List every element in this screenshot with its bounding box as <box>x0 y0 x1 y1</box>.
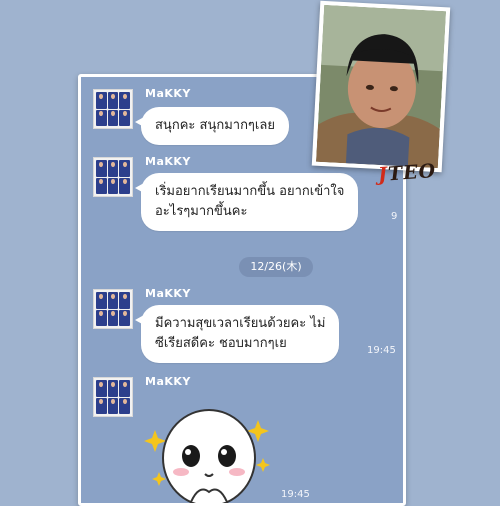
moon-sticker[interactable] <box>143 392 273 506</box>
avatar[interactable] <box>93 89 133 129</box>
date-separator: 12/26(木) <box>239 257 313 277</box>
sender-name: MaKKY <box>145 375 191 388</box>
signature-watermark: JTEO <box>377 159 437 187</box>
message-text: มีความสุขเวลาเรียนด้วยคะ ไม่ <box>155 316 326 331</box>
message-text: สนุกคะ สนุกมากๆเลย <box>155 118 275 133</box>
profile-photo <box>311 0 451 173</box>
message-time: 19:45 <box>367 345 396 356</box>
sender-name: MaKKY <box>145 87 191 100</box>
sender-name: MaKKY <box>145 287 191 300</box>
message-time: 19:45 <box>281 489 310 500</box>
avatar[interactable] <box>93 289 133 329</box>
message-bubble[interactable]: สนุกคะ สนุกมากๆเลย <box>135 107 289 145</box>
avatar[interactable] <box>93 157 133 197</box>
message-text: ซีเรียสดีคะ ชอบมากๆเย <box>155 336 287 351</box>
message-bubble[interactable]: มีความสุขเวลาเรียนด้วยคะ ไม่ ซีเรียสดีคะ… <box>134 305 340 363</box>
message-time: 9 <box>391 211 398 222</box>
sender-name: MaKKY <box>145 155 191 168</box>
message-text: เริ่มอยากเรียนมากขึ้น อยากเข้าใจ <box>155 184 345 199</box>
portrait-image <box>315 4 447 169</box>
message-bubble[interactable]: เริ่มอยากเรียนมากขึ้น อยากเข้าใจ อะไรๆมา… <box>134 173 359 231</box>
message-text: อะไรๆมากขึ้นคะ <box>155 204 248 219</box>
avatar[interactable] <box>93 377 133 417</box>
